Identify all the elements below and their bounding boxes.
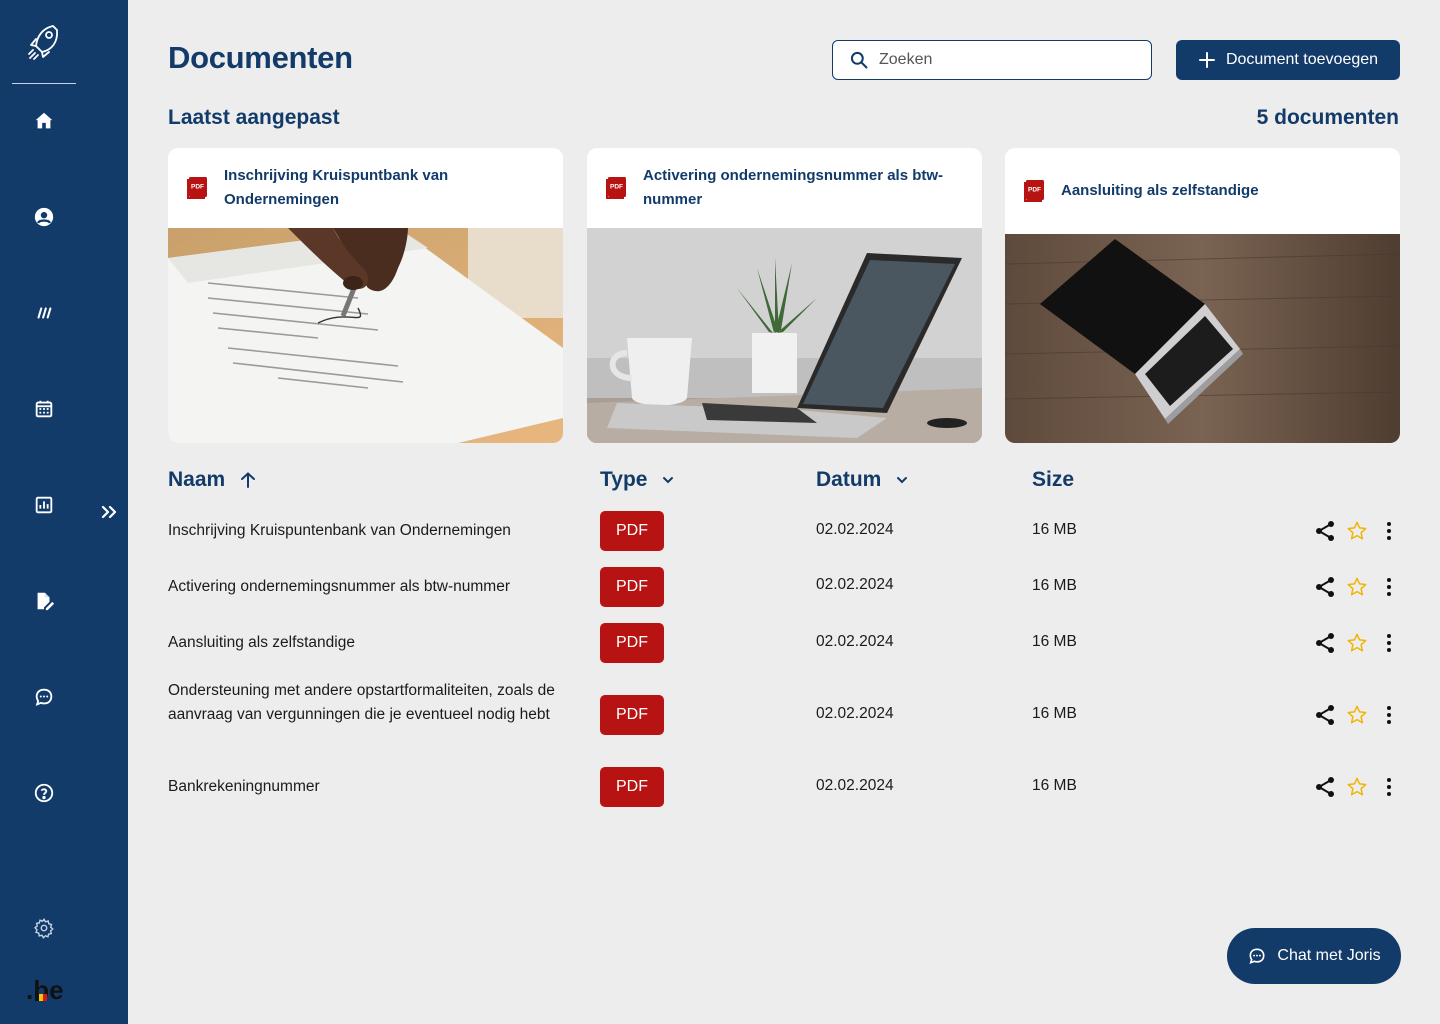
user-circle-icon[interactable] — [30, 203, 58, 231]
rocket-logo-icon[interactable] — [12, 0, 76, 84]
page-title: Documenten — [168, 40, 353, 75]
chevron-down-icon — [897, 477, 908, 484]
pdf-file-icon: PDF — [187, 177, 207, 199]
add-document-label: Document toevoegen — [1225, 51, 1379, 68]
column-header-name[interactable]: Naam — [168, 468, 257, 492]
column-date-label: Datum — [816, 468, 882, 491]
chevron-down-icon — [663, 477, 674, 484]
svg-text:PDF: PDF — [191, 184, 204, 191]
add-document-button[interactable]: Document toevoegen — [1176, 40, 1400, 80]
search-icon — [850, 51, 868, 69]
table-row[interactable]: Ondersteuning met andere opstartformalit… — [168, 679, 1400, 751]
share-icon[interactable] — [1314, 776, 1336, 798]
document-size: 16 MB — [1032, 521, 1077, 538]
document-name[interactable]: Inschrijving Kruispuntenbank van Onderne… — [168, 519, 583, 543]
pdf-file-icon: PDF — [1024, 180, 1044, 202]
svg-text:PDF: PDF — [1028, 187, 1041, 194]
recent-card[interactable]: PDF Activering ondernemingsnummer als bt… — [587, 148, 982, 443]
card-title: Activering ondernemingsnummer als btw-nu… — [643, 167, 944, 208]
chat-icon[interactable] — [30, 683, 58, 711]
document-date: 02.02.2024 — [816, 576, 894, 593]
type-badge: PDF — [600, 567, 664, 607]
type-badge: PDF — [600, 623, 664, 663]
recent-section-title: Laatst aangepast — [168, 106, 340, 129]
home-icon[interactable] — [30, 107, 58, 135]
search-input[interactable] — [879, 51, 1129, 69]
card-title: Inschrijving Kruispuntbank van Ondernemi… — [224, 167, 449, 208]
column-size-label: Size — [1032, 468, 1075, 491]
share-icon[interactable] — [1314, 632, 1336, 654]
pdf-file-icon: PDF — [606, 177, 626, 199]
document-date: 02.02.2024 — [816, 777, 894, 794]
chat-button[interactable]: Chat met Joris — [1227, 928, 1401, 984]
be-brand-logo-icon: .be — [26, 975, 66, 1005]
share-icon[interactable] — [1314, 704, 1336, 726]
more-vertical-icon[interactable] — [1378, 520, 1400, 542]
recent-card[interactable]: PDF Inschrijving Kruispuntbank van Onder… — [168, 148, 563, 443]
document-date: 02.02.2024 — [816, 633, 894, 650]
more-vertical-icon[interactable] — [1378, 704, 1400, 726]
help-icon[interactable] — [30, 779, 58, 807]
document-date: 02.02.2024 — [816, 521, 894, 538]
more-vertical-icon[interactable] — [1378, 776, 1400, 798]
document-name[interactable]: Bankrekeningnummer — [168, 775, 583, 799]
document-name[interactable]: Activering ondernemingsnummer als btw-nu… — [168, 575, 583, 599]
table-row[interactable]: Activering ondernemingsnummer als btw-nu… — [168, 567, 1400, 607]
more-vertical-icon[interactable] — [1378, 576, 1400, 598]
share-icon[interactable] — [1314, 576, 1336, 598]
type-badge: PDF — [600, 695, 664, 735]
document-size: 16 MB — [1032, 777, 1077, 794]
double-chevron-right-icon[interactable] — [96, 500, 122, 524]
gear-icon[interactable] — [30, 914, 58, 942]
column-header-size[interactable]: Size — [1032, 468, 1074, 492]
chat-bubble-icon — [1249, 948, 1265, 965]
calendar-icon[interactable] — [30, 395, 58, 423]
share-icon[interactable] — [1314, 520, 1336, 542]
document-name[interactable]: Aansluiting als zelfstandige — [168, 631, 583, 655]
card-title: Aansluiting als zelfstandige — [1061, 182, 1259, 199]
plus-icon — [1198, 52, 1215, 68]
chat-button-label: Chat met Joris — [1277, 947, 1381, 964]
type-badge: PDF — [600, 511, 664, 551]
star-icon[interactable] — [1346, 520, 1368, 542]
more-vertical-icon[interactable] — [1378, 632, 1400, 654]
document-name[interactable]: Ondersteuning met andere opstartformalit… — [168, 679, 583, 727]
laptop-coffee-image — [587, 228, 982, 443]
search-box[interactable] — [832, 40, 1152, 80]
signing-document-image — [168, 228, 563, 443]
star-icon[interactable] — [1346, 704, 1368, 726]
document-size: 16 MB — [1032, 633, 1077, 650]
column-type-label: Type — [600, 468, 648, 491]
slashes-icon[interactable] — [30, 299, 58, 327]
chart-icon[interactable] — [30, 491, 58, 519]
document-date: 02.02.2024 — [816, 705, 894, 722]
column-header-date[interactable]: Datum — [816, 468, 909, 492]
document-count: 5 documenten — [1256, 106, 1399, 129]
recent-card[interactable]: PDF Aansluiting als zelfstandige — [1005, 148, 1400, 443]
star-icon[interactable] — [1346, 576, 1368, 598]
type-badge: PDF — [600, 767, 664, 807]
svg-text:PDF: PDF — [610, 184, 623, 191]
star-icon[interactable] — [1346, 776, 1368, 798]
arrow-up-icon — [241, 472, 256, 488]
table-row[interactable]: Bankrekeningnummer PDF 02.02.2024 16 MB — [168, 767, 1400, 807]
document-edit-icon[interactable] — [30, 587, 58, 615]
table-row[interactable]: Aansluiting als zelfstandige PDF 02.02.2… — [168, 623, 1400, 663]
table-row[interactable]: Inschrijving Kruispuntenbank van Onderne… — [168, 511, 1400, 551]
document-size: 16 MB — [1032, 577, 1077, 594]
sidebar: .be — [0, 0, 128, 1024]
star-icon[interactable] — [1346, 632, 1368, 654]
laptop-wood-table-image — [1005, 234, 1400, 443]
column-name-label: Naam — [168, 468, 226, 491]
column-header-type[interactable]: Type — [600, 468, 675, 492]
document-size: 16 MB — [1032, 705, 1077, 722]
